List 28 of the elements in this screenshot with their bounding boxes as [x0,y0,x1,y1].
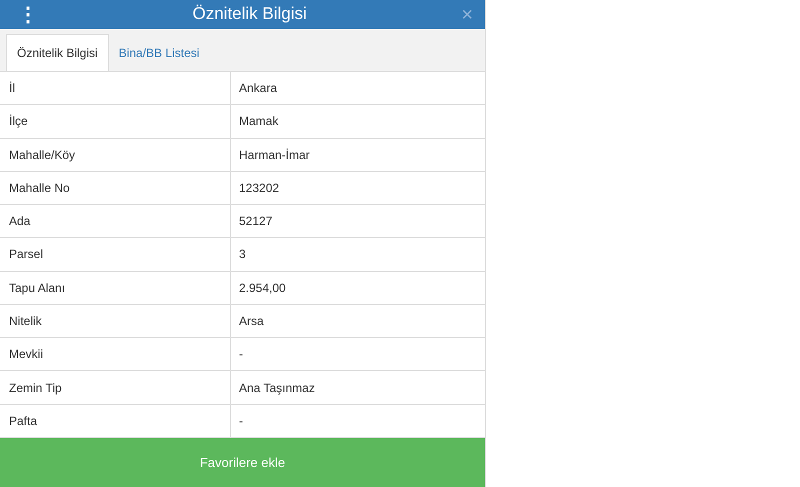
table-cell-text: 2.954,00 [238,280,287,297]
table-cell-text: 123202 [238,180,280,197]
table-cell-text: - [238,346,244,364]
table-cell-text: Ana Taşınmaz [238,380,316,397]
menu-icon[interactable]: ⋮ [18,4,38,26]
table-cell: Tapu Alanı [0,272,231,304]
table-cell: Parsel [0,238,231,271]
table-cell-text: Arsa [238,312,265,330]
table-cell-text: 52127 [238,213,274,230]
table-cell: Mahalle/Köy [0,138,231,171]
table-cell: Pafta [0,404,231,437]
table-cell: Nitelik [0,304,231,338]
window-title: Öznitelik Bilgisi [192,4,307,24]
table-cell: İlçe [0,105,231,138]
tab[interactable]: Öznitelik Bilgisi [6,34,109,71]
table-cell: Mahalle No [0,172,231,204]
table-cell-text: Harman-İmar [238,146,311,164]
table-cell-text: Mamak [238,113,280,130]
table-cell: Mevkii [0,338,231,370]
table-cell-text: - [238,412,244,430]
table-cell: Zemin Tip [0,371,231,404]
table-cell: İl [0,72,231,104]
add-favorites-button[interactable]: Favorilere ekle [0,438,485,487]
table-cell: Ada [0,205,231,238]
close-icon[interactable]: × [461,4,473,26]
table-cell-text: 3 [238,246,247,264]
table-cell-text: Ankara [238,80,278,98]
tab[interactable]: Bina/BB Listesi [108,34,210,71]
